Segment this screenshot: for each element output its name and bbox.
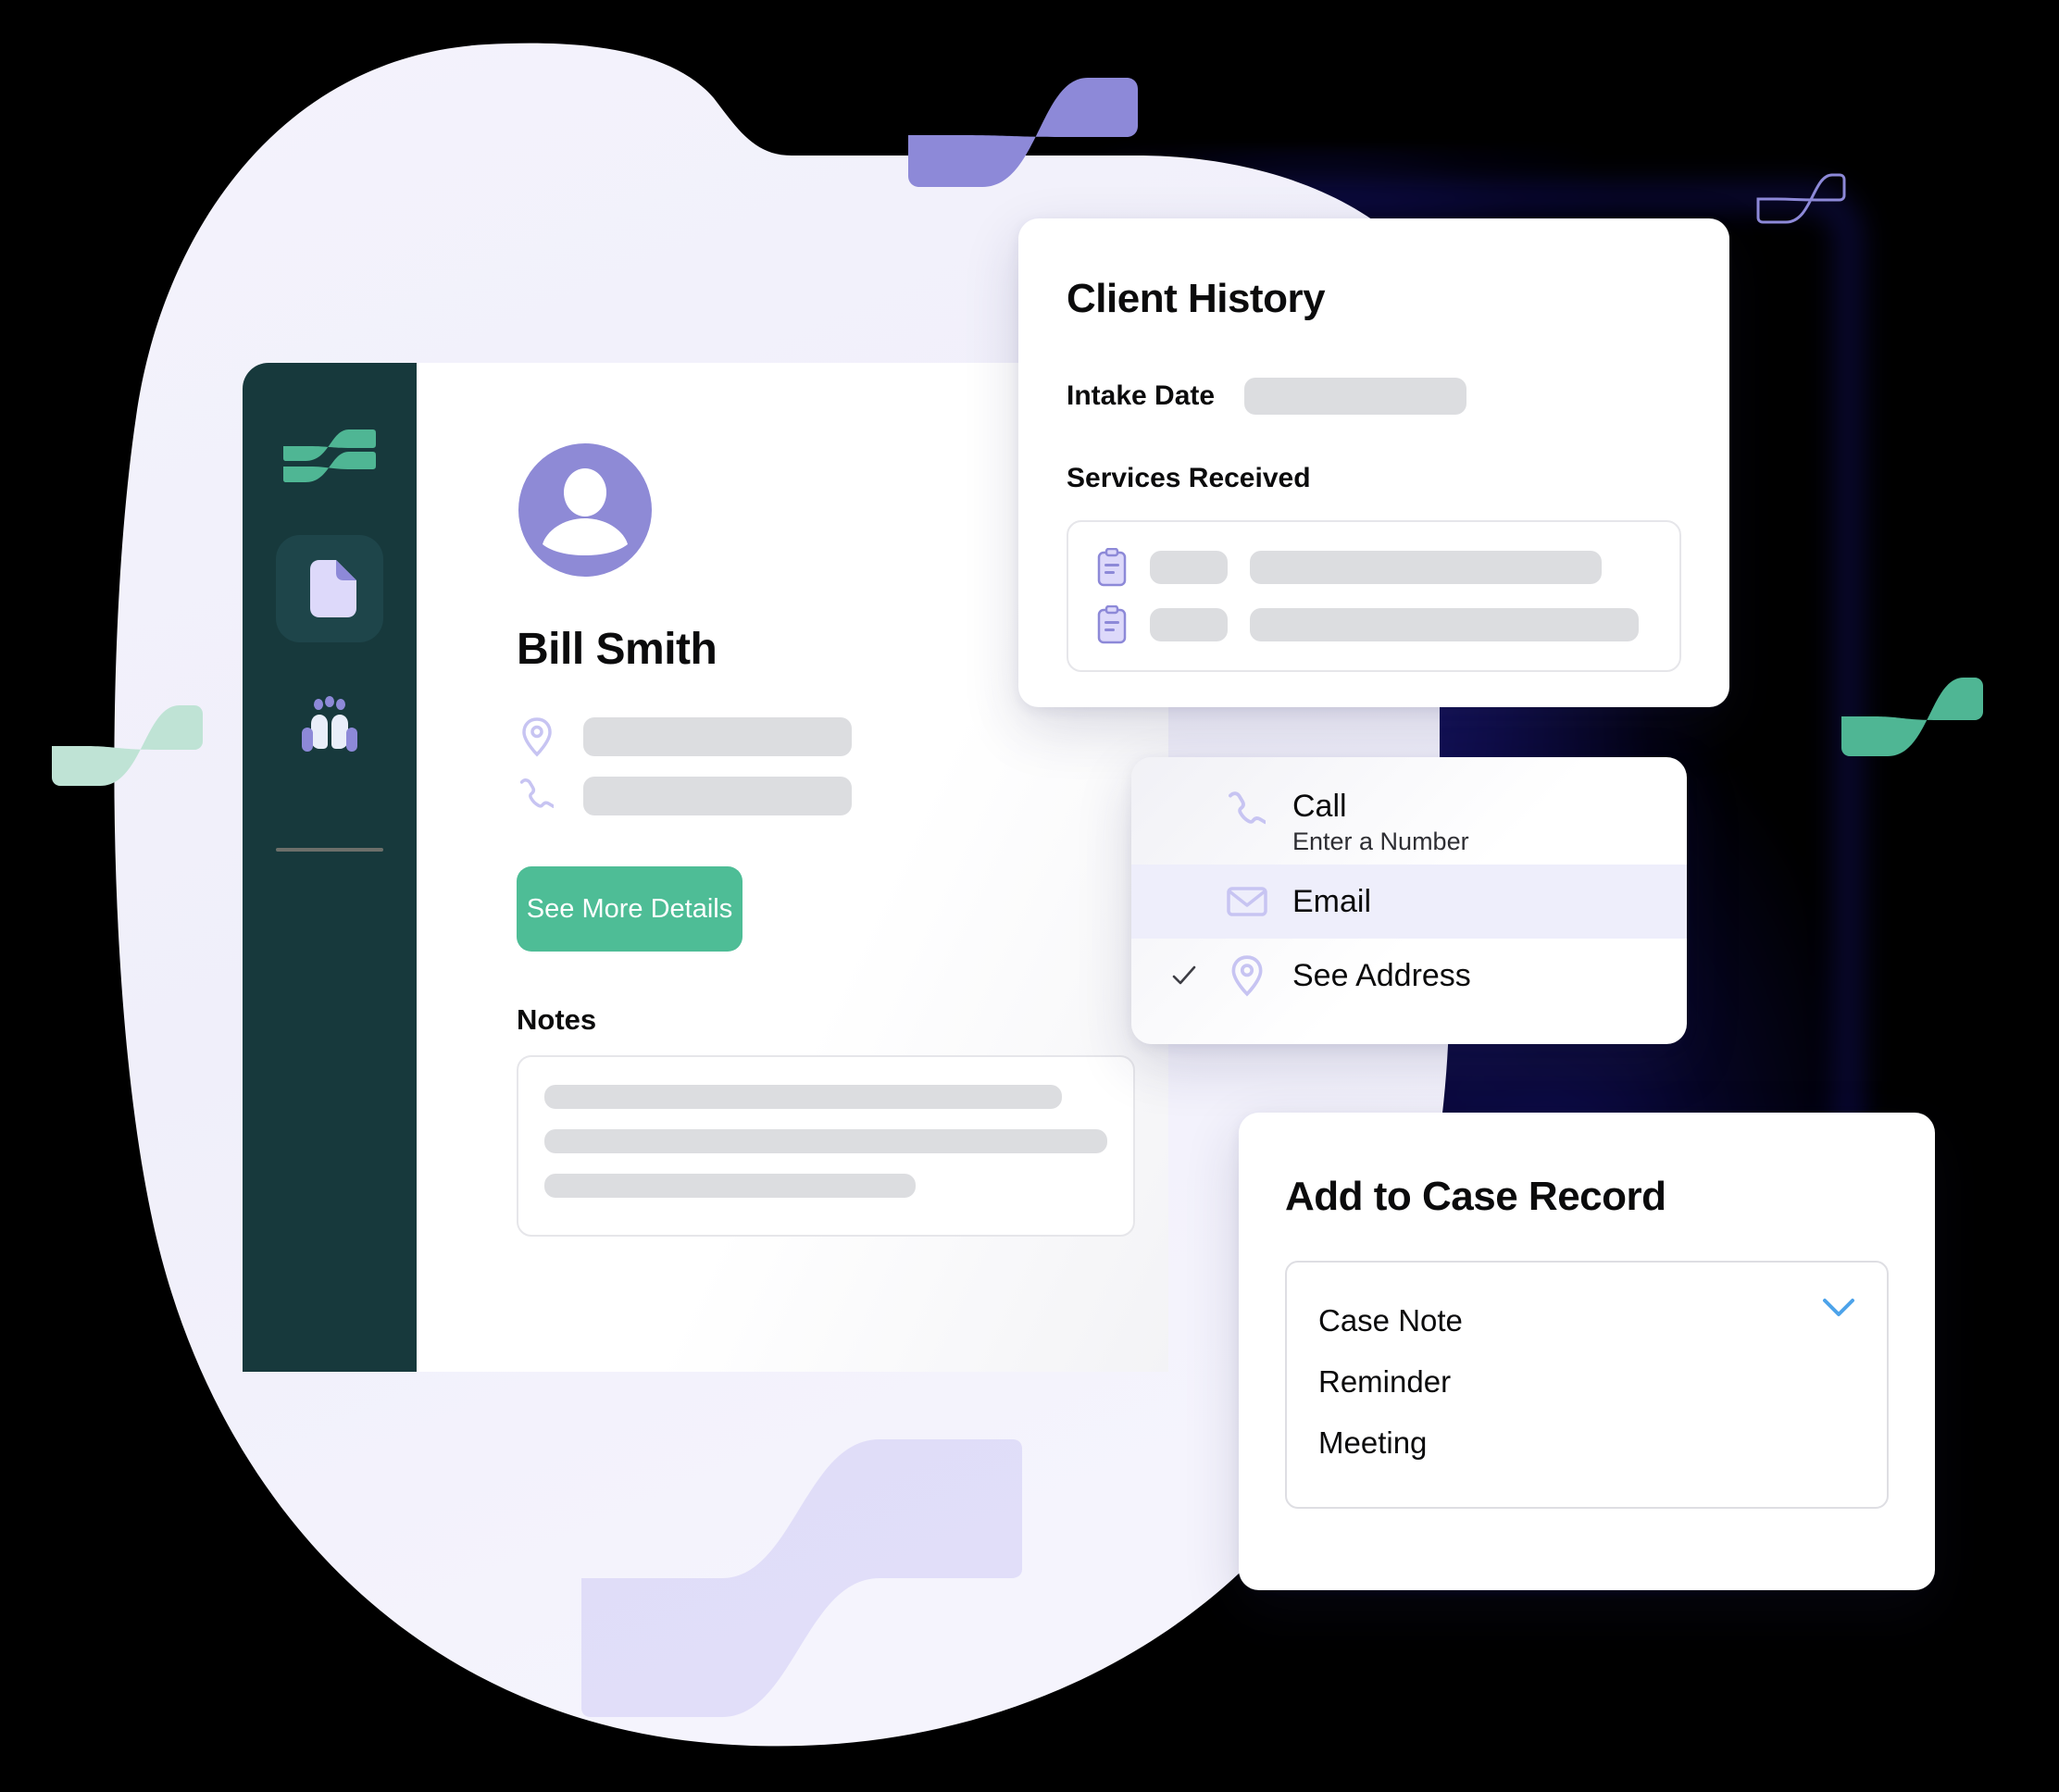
menu-item-see-address-label: See Address xyxy=(1292,957,1471,993)
sidebar xyxy=(243,363,417,1372)
service-tag xyxy=(1150,608,1228,641)
avatar xyxy=(518,443,652,577)
intake-date-value xyxy=(1244,378,1467,415)
menu-item-call-label: Call xyxy=(1292,789,1347,824)
notes-heading: Notes xyxy=(517,1003,597,1036)
contact-action-menu: Call Enter a Number Email See Address xyxy=(1131,757,1687,1044)
client-history-card: Client History Intake Date Services Rece… xyxy=(1018,218,1729,707)
contact-row-phone xyxy=(517,774,852,818)
location-pin-icon xyxy=(1226,953,1268,998)
contact-row-address xyxy=(517,715,852,759)
menu-item-email[interactable]: Email xyxy=(1131,865,1687,939)
decorative-wave-outline xyxy=(1754,171,1847,225)
wave-logo-icon xyxy=(281,428,378,485)
decorative-wave-green-right xyxy=(1838,674,1984,757)
decorative-wave-green-left xyxy=(48,702,204,787)
service-name xyxy=(1250,551,1602,584)
list-item[interactable] xyxy=(1096,547,1652,587)
menu-item-see-address[interactable]: See Address xyxy=(1131,939,1687,1013)
phone-value xyxy=(583,777,852,815)
note-line xyxy=(544,1174,917,1198)
illustration-stage: Bill Smith See More Details Notes Client… xyxy=(0,0,2059,1792)
case-record-type-select[interactable]: Case Note Reminder Meeting xyxy=(1285,1261,1889,1509)
chevron-down-icon[interactable] xyxy=(1822,1298,1855,1318)
list-item[interactable] xyxy=(1096,604,1652,644)
document-icon xyxy=(301,558,358,619)
add-to-case-record-title: Add to Case Record xyxy=(1285,1174,1666,1219)
phone-icon xyxy=(1226,789,1268,833)
notes-box[interactable] xyxy=(517,1055,1135,1237)
select-option-case-note[interactable]: Case Note xyxy=(1318,1290,1855,1351)
menu-item-call[interactable]: Call Enter a Number xyxy=(1131,776,1687,865)
select-option-meeting[interactable]: Meeting xyxy=(1318,1412,1855,1474)
add-to-case-record-card: Add to Case Record Case Note Reminder Me… xyxy=(1239,1113,1935,1590)
note-line xyxy=(544,1085,1063,1109)
service-tag xyxy=(1150,551,1228,584)
sidebar-divider xyxy=(276,848,383,852)
menu-item-call-sublabel: Enter a Number xyxy=(1292,828,1469,855)
envelope-icon xyxy=(1226,879,1268,924)
sidebar-item-documents[interactable] xyxy=(276,535,383,642)
clipboard-icon xyxy=(1096,547,1128,587)
phone-icon xyxy=(517,774,557,818)
client-history-title: Client History xyxy=(1067,276,1326,321)
services-received-list xyxy=(1067,520,1681,672)
services-received-label: Services Received xyxy=(1067,463,1311,493)
clipboard-icon xyxy=(1096,604,1128,644)
decorative-wave-lilac xyxy=(581,1439,1022,1717)
check-icon xyxy=(1170,962,1198,989)
menu-item-email-label: Email xyxy=(1292,883,1372,919)
address-value xyxy=(583,717,852,756)
intake-date-row: Intake Date xyxy=(1067,378,1681,415)
note-line xyxy=(544,1129,1107,1153)
intake-date-label: Intake Date xyxy=(1067,380,1216,411)
page-title: Bill Smith xyxy=(517,625,718,674)
location-pin-icon xyxy=(517,715,557,759)
select-option-reminder[interactable]: Reminder xyxy=(1318,1351,1855,1412)
people-icon xyxy=(299,696,360,755)
sidebar-item-clients[interactable] xyxy=(276,672,383,779)
see-more-details-button[interactable]: See More Details xyxy=(517,866,742,952)
service-name xyxy=(1250,608,1639,641)
user-avatar-icon xyxy=(541,465,630,555)
decorative-wave-purple xyxy=(903,72,1139,188)
